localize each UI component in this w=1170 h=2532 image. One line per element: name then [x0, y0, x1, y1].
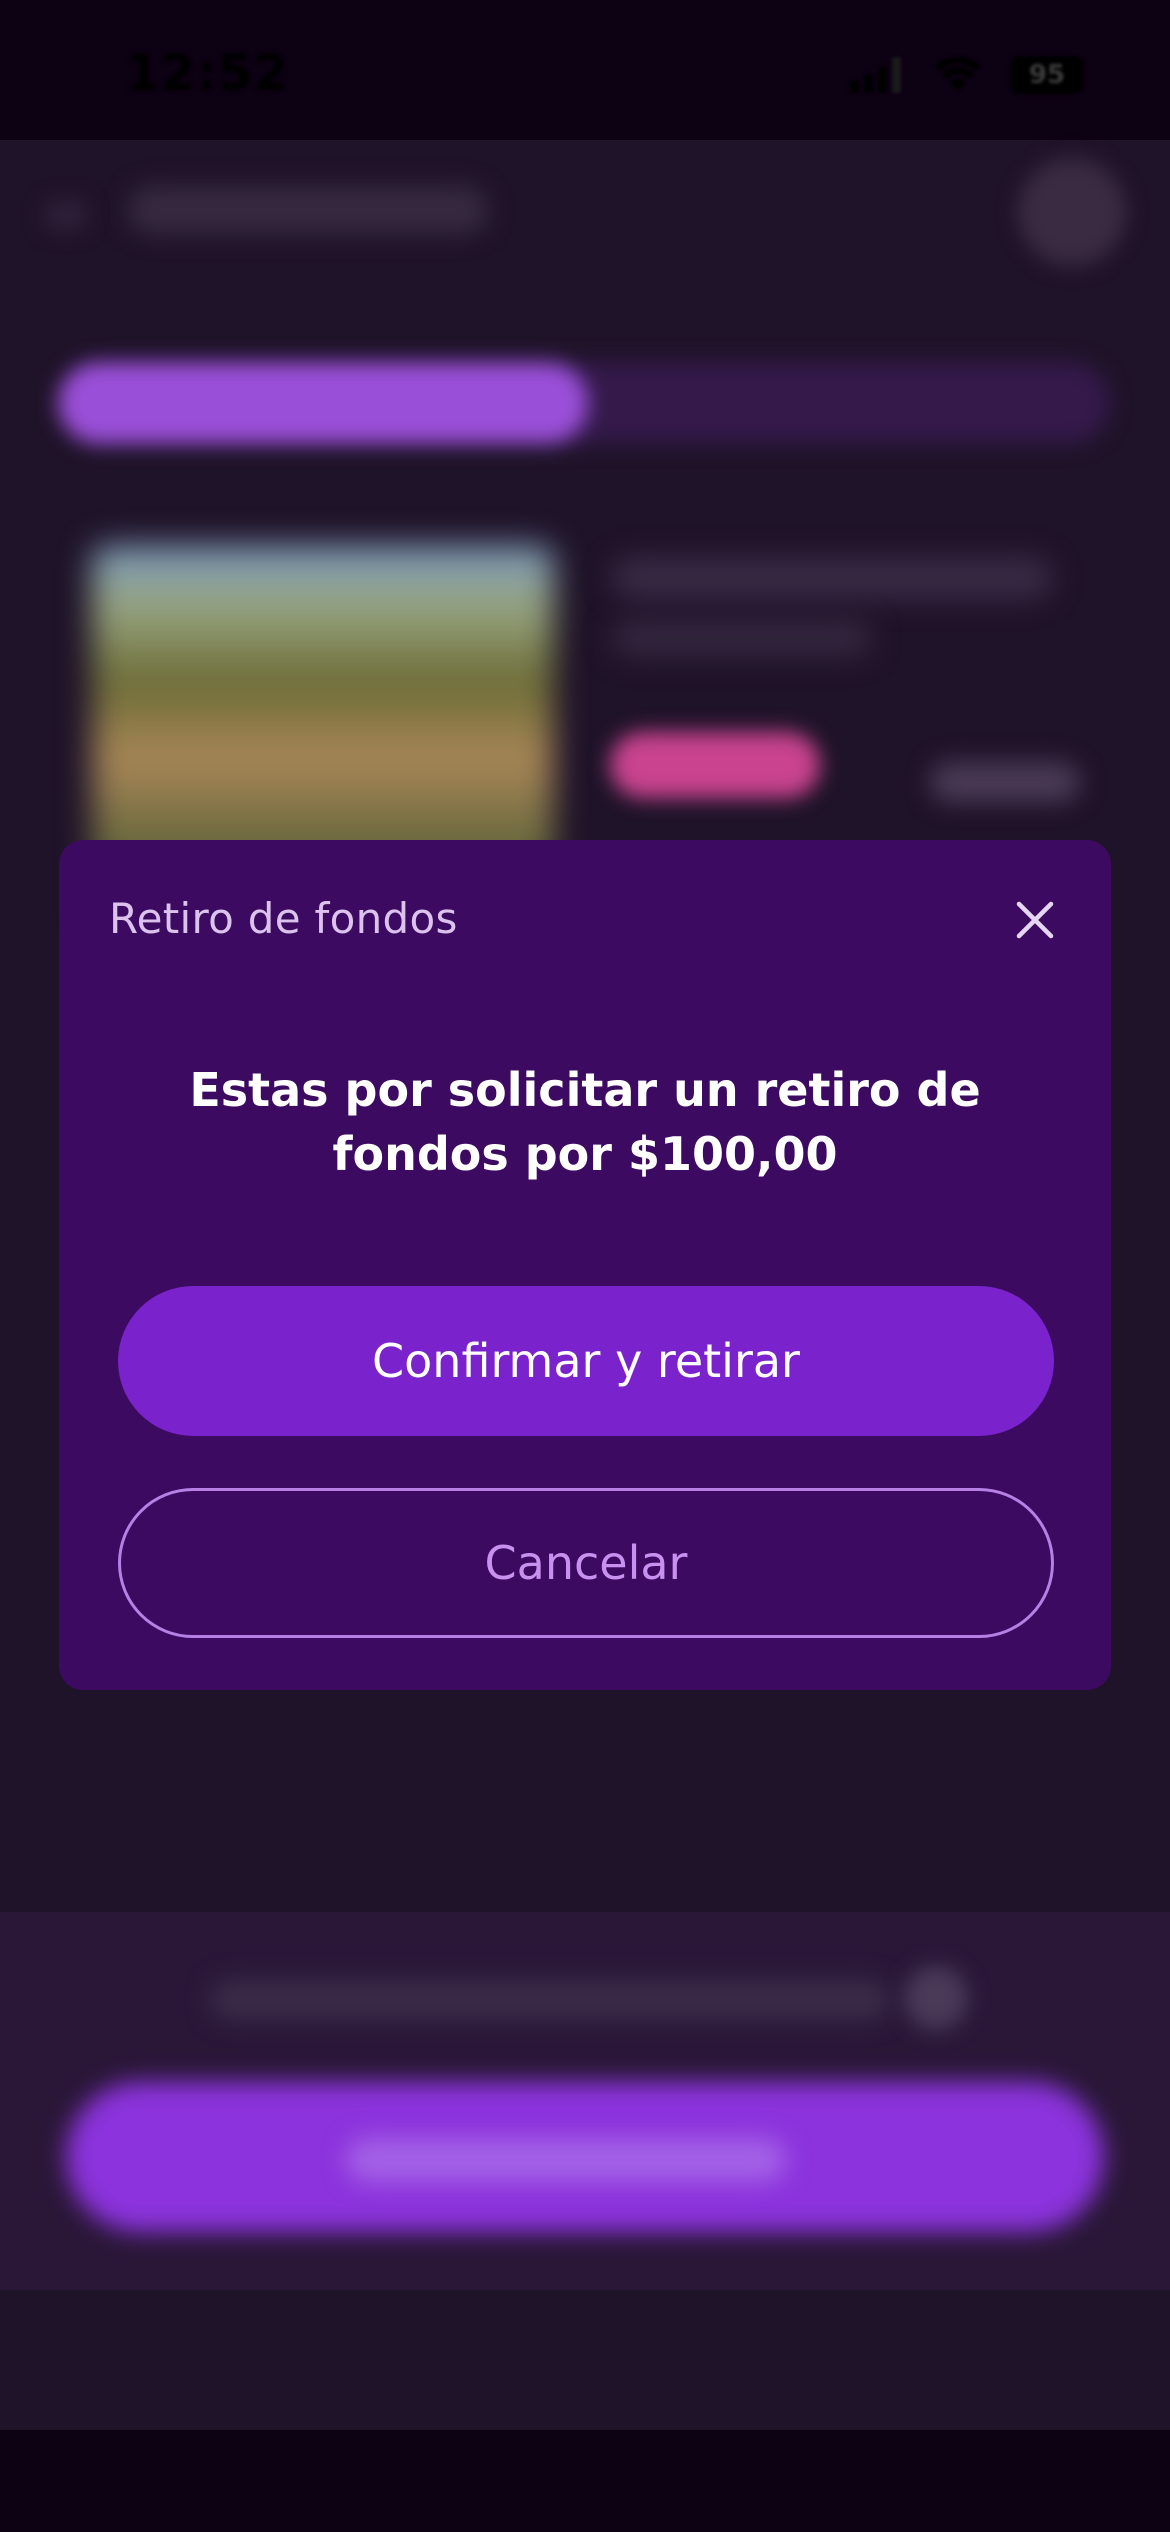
- withdrawal-message: Estas por solicitar un retiro de fondos …: [189, 1063, 981, 1181]
- bottom-button-label-blurred: [346, 2138, 786, 2182]
- header-title-blurred: [128, 186, 488, 234]
- modal-title: Retiro de fondos: [109, 894, 458, 943]
- card-title-blurred: [612, 558, 1052, 598]
- back-icon: [46, 200, 86, 230]
- battery-icon: 95: [1010, 56, 1084, 94]
- card-subtitle-blurred: [612, 620, 872, 656]
- card-price-blurred: [930, 762, 1080, 802]
- confirm-withdraw-button[interactable]: Confirmar y retirar: [118, 1286, 1054, 1436]
- info-icon: [904, 1966, 968, 2030]
- tab-active-blurred: [58, 362, 588, 444]
- bottom-text-blurred: [210, 1980, 890, 2020]
- cellular-signal-icon: [850, 57, 901, 93]
- status-badge: [610, 732, 820, 798]
- avatar: [1018, 158, 1126, 266]
- status-icons: 95: [850, 56, 1084, 94]
- status-bar: 12:52 95: [0, 0, 1170, 140]
- home-indicator-area: [0, 2430, 1170, 2532]
- tabs-blurred: [58, 362, 1110, 444]
- cancel-button[interactable]: Cancelar: [118, 1488, 1054, 1638]
- wifi-icon: [935, 57, 981, 91]
- withdrawal-modal: Retiro de fondos Estas por solicitar un …: [59, 840, 1111, 1690]
- status-time: 12:52: [125, 44, 290, 102]
- close-icon[interactable]: [1011, 896, 1059, 944]
